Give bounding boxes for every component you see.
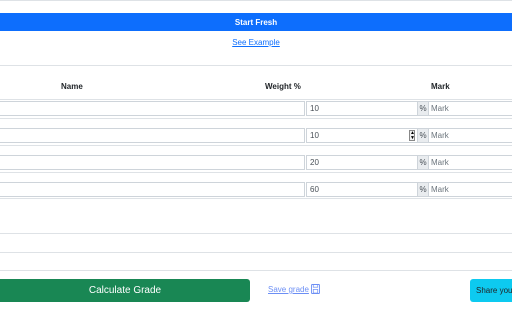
calculate-grade-button[interactable]: Calculate Grade: [0, 279, 250, 302]
footer-divider: [0, 252, 512, 253]
weight-input[interactable]: 10 ▲ ▼: [306, 128, 418, 143]
assignment-name-input[interactable]: [0, 101, 305, 116]
mark-input[interactable]: Mark: [429, 101, 512, 116]
assignment-name-input[interactable]: [0, 128, 305, 143]
percent-addon: %: [418, 101, 429, 116]
mark-input[interactable]: Mark: [429, 128, 512, 143]
name-column-header: Name: [61, 82, 83, 91]
see-example-link[interactable]: See Example: [0, 38, 512, 47]
save-grade-link[interactable]: Save grade: [268, 285, 309, 294]
header-row-line: [0, 99, 512, 100]
section-divider: [0, 65, 512, 66]
assignment-name-input[interactable]: [0, 155, 305, 170]
weight-input[interactable]: 60: [306, 182, 418, 197]
weight-value: 10: [310, 131, 319, 140]
start-fresh-button[interactable]: Start Fresh: [0, 13, 512, 31]
assignment-name-input[interactable]: [0, 182, 305, 197]
footer-divider: [0, 233, 512, 234]
mark-input[interactable]: Mark: [429, 182, 512, 197]
save-icon[interactable]: [311, 284, 320, 294]
top-divider: [0, 0, 512, 1]
percent-addon: %: [418, 155, 429, 170]
mark-column-header: Mark: [431, 82, 450, 91]
percent-addon: %: [418, 128, 429, 143]
row-line: [0, 118, 512, 119]
mark-input[interactable]: Mark: [429, 155, 512, 170]
row-line: [0, 145, 512, 146]
weight-input[interactable]: 20: [306, 155, 418, 170]
number-spinner-icon[interactable]: ▲ ▼: [409, 130, 415, 141]
row-line: [0, 172, 512, 173]
row-line: [0, 198, 512, 199]
weight-column-header: Weight %: [265, 82, 301, 91]
percent-addon: %: [418, 182, 429, 197]
footer-divider: [0, 270, 512, 271]
weight-input[interactable]: 10: [306, 101, 418, 116]
share-button[interactable]: Share your: [470, 279, 512, 302]
